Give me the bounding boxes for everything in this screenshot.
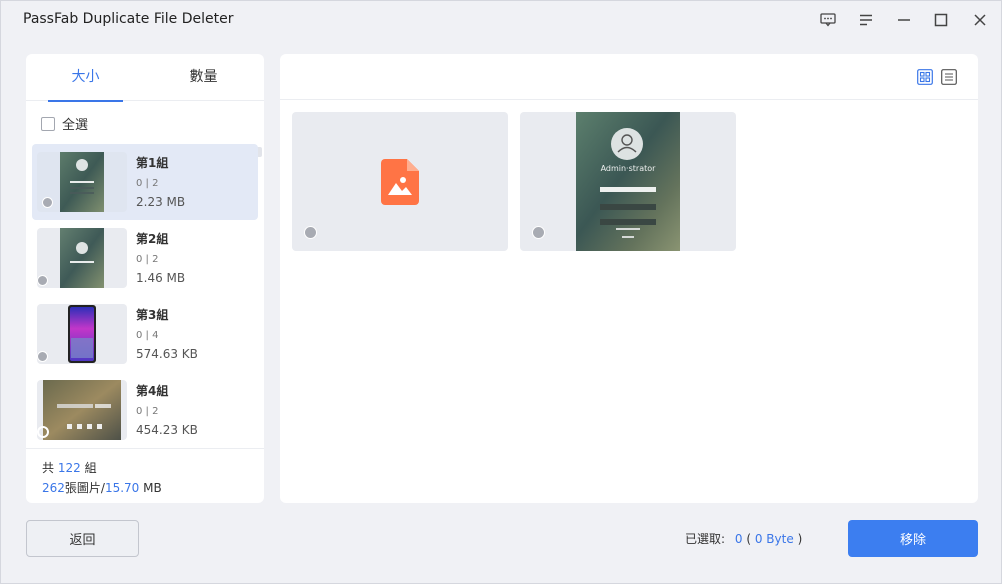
file-card[interactable]: Admin·strator [520, 112, 736, 251]
view-toolbar [280, 54, 978, 100]
group-list[interactable]: 第1組 0 | 2 2.23 MB 第2組 0 | 2 1.46 MB 第3組 … [26, 144, 264, 449]
group-item[interactable]: 第2組 0 | 2 1.46 MB [32, 220, 258, 296]
select-all-label: 全選 [62, 118, 89, 133]
group-size: 1.46 MB [136, 271, 186, 285]
group-item[interactable]: 第4組 0 | 2 454.23 KB [32, 372, 258, 448]
app-title: PassFab Duplicate File Deleter [23, 11, 234, 27]
remove-button[interactable]: 移除 [848, 520, 978, 557]
minimize-icon[interactable] [891, 7, 917, 33]
file-select-radio[interactable] [304, 226, 317, 239]
summary-images-line: 262張圖片/15.70 MB [42, 478, 264, 498]
tab-size[interactable]: 大小 [48, 54, 123, 102]
account-name: Admin·strator [600, 164, 656, 173]
maximize-icon[interactable] [928, 7, 954, 33]
file-card[interactable] [292, 112, 508, 251]
summary-size-unit: MB [143, 481, 162, 495]
menu-icon[interactable] [853, 7, 879, 33]
selected-count: 0 [734, 532, 743, 546]
group-name: 第4組 [136, 384, 169, 398]
login-screen-preview: Admin·strator [576, 112, 680, 251]
group-select-radio[interactable] [37, 351, 48, 362]
group-count: 0 | 2 [136, 178, 159, 189]
group-panel: 大小 數量 全選 第1組 0 | 2 2.23 MB 第2組 0 | 2 1.4… [26, 54, 264, 503]
summary-groups-line: 共 122 組 [42, 458, 264, 478]
group-item[interactable]: 第1組 0 | 2 2.23 MB [32, 144, 258, 220]
group-count: 0 | 2 [136, 254, 159, 265]
group-item[interactable]: 第3組 0 | 4 574.63 KB [32, 296, 258, 372]
login-screen-thumbnail [60, 228, 104, 288]
group-select-radio[interactable] [37, 426, 49, 438]
group-thumbnail [37, 380, 127, 440]
group-name: 第3組 [136, 308, 169, 322]
grid-view-icon[interactable] [917, 69, 933, 85]
file-preview-panel: Admin·strator [280, 54, 978, 503]
sort-tabs: 大小 數量 [26, 54, 264, 102]
select-all[interactable]: 全選 [41, 114, 88, 133]
image-placeholder-icon [381, 159, 419, 205]
close-icon[interactable] [967, 7, 993, 33]
group-size: 454.23 KB [136, 423, 198, 437]
group-count: 0 | 2 [136, 406, 159, 417]
summary-groups-unit: 組 [84, 461, 97, 475]
file-select-radio[interactable] [532, 226, 545, 239]
group-name: 第2組 [136, 232, 169, 246]
group-summary: 共 122 組 262張圖片/15.70 MB [26, 448, 264, 503]
desktop-screen-thumbnail [43, 380, 121, 440]
phone-screen-thumbnail [68, 305, 96, 363]
back-button[interactable]: 返回 [26, 520, 139, 557]
select-all-checkbox[interactable] [41, 116, 55, 131]
group-size: 2.23 MB [136, 195, 186, 209]
summary-groups-count: 122 [57, 461, 81, 475]
selected-label: 已選取: [685, 532, 726, 546]
summary-prefix: 共 [42, 461, 55, 475]
selected-close-paren: ) [797, 532, 803, 546]
selected-bytes: 0 Byte [754, 532, 794, 546]
selected-info: 已選取: 0 ( 0 Byte ) [685, 530, 802, 547]
group-select-radio[interactable] [42, 197, 53, 208]
group-size: 574.63 KB [136, 347, 198, 361]
selected-open-paren: ( [746, 532, 752, 546]
tab-count[interactable]: 數量 [166, 54, 241, 101]
feedback-icon[interactable] [815, 7, 841, 33]
group-count: 0 | 4 [136, 330, 159, 341]
title-bar: PassFab Duplicate File Deleter [1, 1, 1001, 39]
group-name: 第1組 [136, 156, 169, 170]
group-thumbnail [37, 304, 127, 364]
list-view-icon[interactable] [941, 69, 957, 85]
summary-images-unit: 張圖片/ [64, 481, 105, 495]
group-thumbnail [37, 228, 127, 288]
summary-images-count: 262 [42, 481, 65, 495]
group-select-radio[interactable] [37, 275, 48, 286]
summary-total-size: 15.70 [104, 481, 140, 495]
